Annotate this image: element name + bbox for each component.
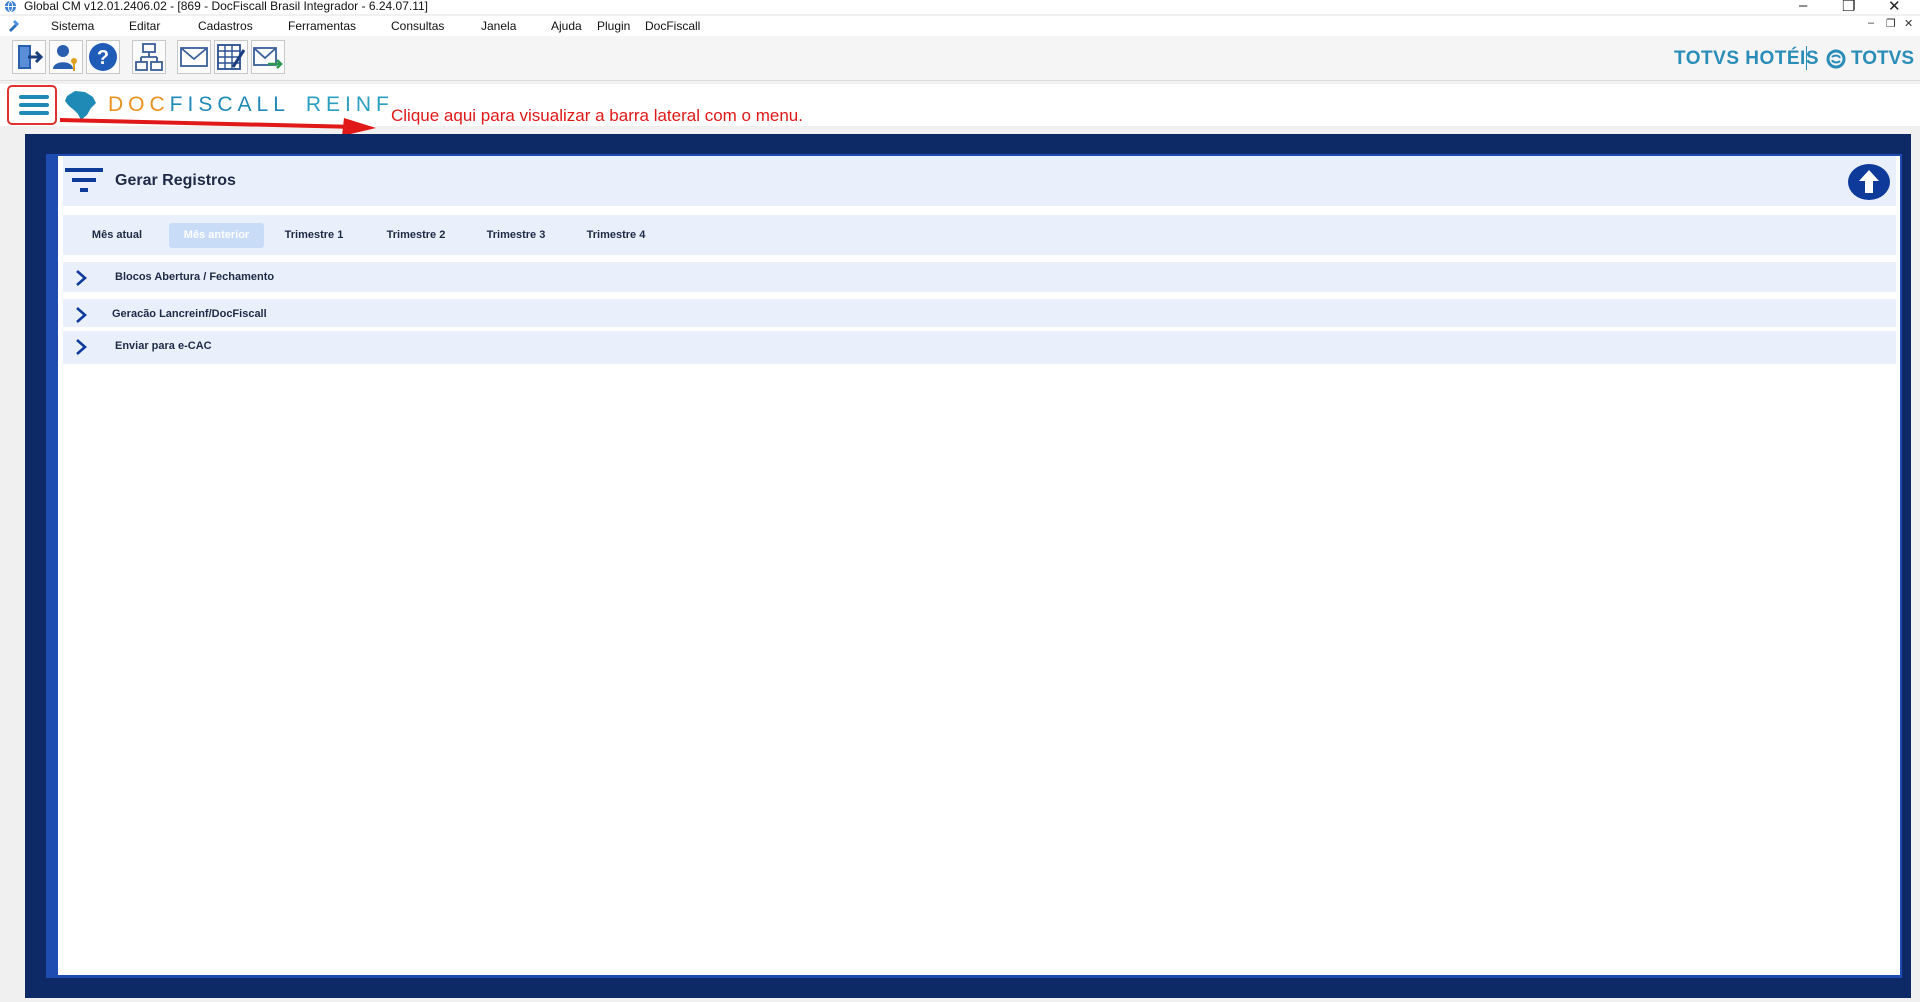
help-button[interactable]: ? — [86, 40, 120, 74]
section-label: Geracão Lancreinf/DocFiscall — [112, 308, 267, 320]
brand-divider — [1806, 46, 1807, 70]
app-globe-icon — [4, 0, 17, 13]
user-access-button[interactable] — [49, 40, 83, 74]
menu-sistema[interactable]: Sistema — [51, 19, 94, 33]
menu-janela[interactable]: Janela — [481, 19, 516, 33]
sidebar-toggle-button[interactable] — [7, 85, 57, 125]
help-icon: ? — [89, 43, 117, 71]
panel-header — [63, 156, 1896, 206]
hamburger-bar — [19, 95, 49, 99]
window-close-button[interactable]: ✕ — [1888, 0, 1901, 15]
window-title: Global CM v12.01.2406.02 - [869 - DocFis… — [24, 0, 428, 13]
system-menu-icon[interactable] — [6, 17, 22, 33]
mail-forward-button[interactable] — [251, 40, 285, 74]
tab-trimestre-2[interactable]: Trimestre 2 — [380, 223, 452, 248]
totvs-hoteis-logo: TOTVS HOTÉIS — [1674, 48, 1820, 69]
filter-icon — [65, 168, 103, 192]
menu-plugin[interactable]: Plugin — [597, 19, 630, 33]
tab-trimestre-3[interactable]: Trimestre 3 — [480, 223, 552, 248]
annotation-text: Clique aqui para visualizar a barra late… — [391, 106, 803, 125]
totvs-logo: TOTVS — [1851, 48, 1914, 69]
menu-ferramentas[interactable]: Ferramentas — [288, 19, 356, 33]
section-label: Enviar para e-CAC — [115, 340, 212, 352]
org-chart-button[interactable] — [132, 40, 166, 74]
tab-trimestre-1[interactable]: Trimestre 1 — [278, 223, 350, 248]
mail-button[interactable] — [177, 40, 211, 74]
menu-cadastros[interactable]: Cadastros — [198, 19, 253, 33]
mail-forward-icon — [253, 47, 283, 69]
mail-icon — [180, 47, 208, 67]
scroll-top-button[interactable] — [1848, 164, 1890, 200]
tab-mes-atual[interactable]: Mês atual — [80, 223, 154, 248]
section-geracao[interactable]: Geracão Lancreinf/DocFiscall — [63, 299, 1896, 327]
title-bar: Global CM v12.01.2406.02 - [869 - DocFis… — [0, 0, 1920, 15]
section-enviar[interactable]: Enviar para e-CAC — [63, 331, 1896, 364]
svg-text:?: ? — [97, 47, 109, 69]
exit-button[interactable] — [12, 40, 46, 74]
menu-bar: Sistema Editar Cadastros Ferramentas Con… — [0, 16, 1920, 36]
menu-editar[interactable]: Editar — [129, 19, 160, 33]
menu-docfiscall[interactable]: DocFiscall — [645, 19, 700, 33]
window-minimize-button[interactable]: – — [1799, 0, 1807, 14]
page-title: Gerar Registros — [115, 172, 236, 189]
hamburger-bar — [19, 111, 49, 115]
mdi-restore-button[interactable]: ❐ — [1886, 17, 1896, 30]
tab-trimestre-4[interactable]: Trimestre 4 — [580, 223, 652, 248]
tab-mes-anterior[interactable]: Mês anterior — [169, 223, 264, 248]
section-blocos[interactable]: Blocos Abertura / Fechamento — [63, 262, 1896, 292]
spreadsheet-edit-button[interactable] — [214, 40, 248, 74]
org-chart-icon — [135, 43, 163, 71]
mdi-minimize-button[interactable]: – — [1868, 17, 1874, 29]
section-label: Blocos Abertura / Fechamento — [115, 271, 275, 283]
mdi-close-button[interactable]: ✕ — [1904, 17, 1913, 30]
spreadsheet-edit-icon — [217, 44, 246, 70]
chevron-right-icon — [76, 270, 87, 286]
chevron-right-icon — [76, 307, 87, 323]
arrow-up-icon — [1859, 170, 1879, 193]
menu-consultas[interactable]: Consultas — [391, 19, 444, 33]
window-restore-button[interactable]: ❐ — [1842, 0, 1855, 15]
totvs-logo-icon — [1826, 49, 1846, 69]
user-key-icon — [53, 45, 77, 71]
chevron-right-icon — [76, 339, 87, 355]
menu-ajuda[interactable]: Ajuda — [551, 19, 582, 33]
hamburger-bar — [19, 103, 49, 107]
toolbar: ? TOTVS HOTÉIS TOTVS — [0, 36, 1920, 81]
exit-icon — [18, 45, 44, 69]
